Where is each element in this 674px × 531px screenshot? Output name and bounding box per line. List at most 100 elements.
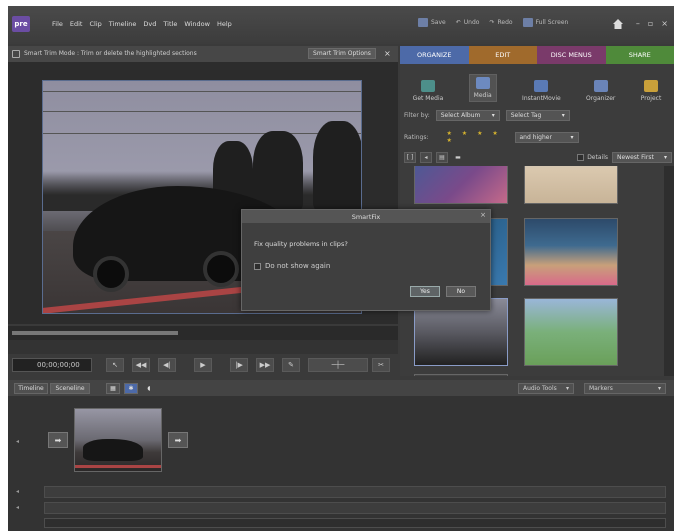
step-back-icon[interactable]: ◀| xyxy=(158,358,176,372)
split-icon[interactable]: ✎ xyxy=(282,358,300,372)
trim-icon[interactable]: ↖ xyxy=(106,358,124,372)
narration-icon[interactable]: ◖ xyxy=(142,383,156,394)
menu-timeline[interactable]: Timeline xyxy=(109,20,137,28)
scene-clip[interactable] xyxy=(74,408,162,472)
menu-window[interactable]: Window xyxy=(184,20,210,28)
tab-organize[interactable]: ORGANIZE xyxy=(400,46,469,64)
wire-line xyxy=(43,133,361,134)
audio-mixer-icon[interactable]: ▦ xyxy=(106,383,120,394)
minimize-icon[interactable]: – xyxy=(636,19,640,28)
window-controls: – ▫ × xyxy=(636,19,668,28)
sceneline-panel: ◂ ➡ ➡ ◂ ◂ xyxy=(8,396,674,531)
tab-share[interactable]: SHARE xyxy=(605,46,674,64)
menu-dvd[interactable]: Dvd xyxy=(143,20,156,28)
do-not-show-again-label: Do not show again xyxy=(265,262,331,270)
menu-clip[interactable]: Clip xyxy=(89,20,101,28)
close-icon[interactable]: × xyxy=(661,19,668,28)
no-button[interactable]: No xyxy=(446,286,476,297)
dialog-close-icon[interactable]: × xyxy=(480,211,486,219)
organizer-button[interactable]: Organizer xyxy=(586,80,615,102)
media-thumbnail[interactable] xyxy=(524,166,618,204)
tree xyxy=(253,131,303,211)
media-button[interactable]: Media xyxy=(468,74,497,102)
chevron-down-icon: ▾ xyxy=(491,112,495,119)
premiere-elements-window: pre File Edit Clip Timeline Dvd Title Wi… xyxy=(8,6,674,531)
home-icon[interactable] xyxy=(612,18,624,30)
details-checkbox[interactable] xyxy=(577,153,585,161)
rewind-icon[interactable]: ◀◀ xyxy=(132,358,150,372)
car-wheel xyxy=(203,251,239,287)
smart-mix-icon[interactable]: ✱ xyxy=(124,383,138,394)
tab-edit[interactable]: EDIT xyxy=(468,46,537,64)
markers-menu[interactable]: Markers ▾ xyxy=(584,383,666,394)
media-thumbnail[interactable] xyxy=(524,218,618,286)
smart-trim-options-button[interactable]: Smart Trim Options xyxy=(308,48,376,59)
trash-icon[interactable]: ▬ xyxy=(452,152,464,163)
transition-drop-icon[interactable]: ➡ xyxy=(48,432,68,448)
dialog-title: SmartFix xyxy=(351,212,381,221)
back-icon[interactable]: ◂ xyxy=(420,151,432,163)
menu-bar: pre File Edit Clip Timeline Dvd Title Wi… xyxy=(8,6,674,44)
media-scrollbar[interactable] xyxy=(664,166,674,376)
save-button[interactable]: Save xyxy=(418,18,446,27)
menu-file[interactable]: File xyxy=(52,20,63,28)
ratings-label: Ratings: xyxy=(404,133,429,141)
do-not-show-again-option[interactable]: Do not show again xyxy=(254,262,330,270)
sort-select[interactable]: Newest First ▾ xyxy=(612,151,672,163)
dialog-title-bar: SmartFix × xyxy=(242,210,490,223)
get-media-icon xyxy=(420,80,435,92)
jog-slider[interactable]: ─┼─ xyxy=(308,358,368,372)
instantmovie-button[interactable]: InstantMovie xyxy=(522,80,561,102)
fit-view-icon[interactable]: [ ] xyxy=(404,151,416,163)
new-folder-icon[interactable]: ▤ xyxy=(436,151,448,163)
menu-help[interactable]: Help xyxy=(217,20,232,28)
undo-button[interactable]: ↶ Undo xyxy=(456,19,480,26)
redo-icon: ↷ xyxy=(489,19,495,26)
tree xyxy=(313,121,361,211)
do-not-show-again-checkbox[interactable] xyxy=(254,262,261,270)
get-media-button[interactable]: Get Media xyxy=(412,80,444,102)
tag-select[interactable]: Select Tag ▾ xyxy=(505,110,570,121)
timecode-display[interactable]: 00;00;00;00 xyxy=(12,358,92,372)
tab-timeline[interactable]: Timeline xyxy=(14,383,48,394)
sceneline-scrollbar[interactable] xyxy=(44,518,666,528)
audio-track-icon: ◂ xyxy=(16,488,20,495)
album-select[interactable]: Select Album ▾ xyxy=(435,110,500,121)
media-thumbnail[interactable] xyxy=(524,298,618,366)
sceneline-toolbar: Timeline Sceneline ▦ ✱ ◖ Audio Tools ▾ Ma… xyxy=(8,380,674,396)
narration-track[interactable] xyxy=(44,502,666,514)
transition-drop-icon[interactable]: ➡ xyxy=(168,432,188,448)
fast-forward-icon[interactable]: ▶▶ xyxy=(256,358,274,372)
project-icon xyxy=(644,80,659,92)
redo-button[interactable]: ↷ Redo xyxy=(489,19,512,26)
audio-tools-menu[interactable]: Audio Tools ▾ xyxy=(518,383,574,394)
restore-icon[interactable]: ▫ xyxy=(648,19,653,28)
smart-trim-close-icon[interactable]: × xyxy=(384,49,391,58)
project-button[interactable]: Project xyxy=(641,80,661,102)
audio-track[interactable] xyxy=(44,486,666,498)
scrub-track[interactable] xyxy=(12,331,178,335)
media-thumbnail[interactable] xyxy=(414,166,508,204)
top-actions: Save ↶ Undo ↷ Redo Full Screen xyxy=(418,18,568,27)
tab-disc-menus[interactable]: DISC MENUS xyxy=(537,46,606,64)
get-media-label: Get Media xyxy=(412,95,444,102)
dialog-message: Fix quality problems in clips? xyxy=(254,240,348,248)
play-icon[interactable]: ▶ xyxy=(194,358,212,372)
rating-stars[interactable]: ★ ★ ★ ★ ★ xyxy=(447,130,509,144)
scrub-bar[interactable] xyxy=(8,326,398,340)
time-ruler[interactable] xyxy=(8,340,398,354)
menu-edit[interactable]: Edit xyxy=(70,20,83,28)
details-toggle[interactable]: Details xyxy=(577,153,608,161)
menu-title[interactable]: Title xyxy=(163,20,177,28)
tab-sceneline[interactable]: Sceneline xyxy=(50,383,90,394)
cut-icon[interactable]: ✂ xyxy=(372,358,390,372)
step-forward-icon[interactable]: |▶ xyxy=(230,358,248,372)
redo-label: Redo xyxy=(497,19,513,26)
rating-range-select[interactable]: and higher ▾ xyxy=(514,131,579,143)
media-thumbnail[interactable] xyxy=(414,374,508,376)
yes-button[interactable]: Yes xyxy=(410,286,440,297)
rating-range-value: and higher xyxy=(519,133,552,141)
fullscreen-button[interactable]: Full Screen xyxy=(522,18,568,27)
wire-line xyxy=(43,111,361,112)
instantmovie-icon xyxy=(534,80,549,92)
